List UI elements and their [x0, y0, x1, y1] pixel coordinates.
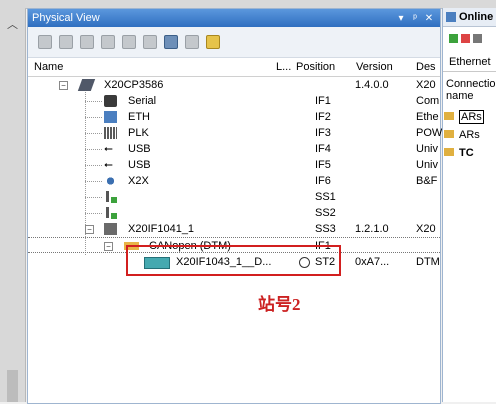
- panel-titlebar: Physical View ▾ ᵖ ✕: [28, 9, 440, 27]
- tree-row[interactable]: ETH IF2 Ethe: [28, 109, 440, 125]
- tree-row[interactable]: − X20IF1041_1 SS3 1.2.1.0 X20: [28, 221, 440, 237]
- connection-label: Connection name: [446, 78, 496, 102]
- tree-row[interactable]: ⭠ USB IF4 Univ: [28, 141, 440, 157]
- connection-icon: [444, 112, 454, 120]
- highlight-box: [126, 245, 341, 276]
- online-toolbar: [443, 27, 496, 49]
- column-header: Name L... Position Version Des: [28, 58, 440, 77]
- connection-item[interactable]: ARs: [443, 126, 496, 144]
- x2x-icon: [104, 175, 117, 187]
- annotation-note: 站号2: [258, 295, 301, 314]
- find-icon[interactable]: [162, 33, 180, 51]
- refresh-icon[interactable]: [473, 33, 482, 43]
- col-l[interactable]: L...: [276, 61, 291, 73]
- tree-row[interactable]: Serial IF1 Com: [28, 93, 440, 109]
- settings-icon[interactable]: [183, 33, 201, 51]
- online-title: Online: [443, 8, 496, 27]
- collapse-icon[interactable]: −: [104, 242, 113, 251]
- online-panel: Online Ethernet Connection name ARs ARs …: [442, 8, 496, 402]
- tree-row[interactable]: SS2: [28, 205, 440, 221]
- col-version[interactable]: Version: [356, 61, 393, 73]
- monitor-icon: [446, 12, 456, 22]
- usb-icon: ⭠: [104, 159, 113, 171]
- configure-icon[interactable]: [120, 33, 138, 51]
- pin-icon[interactable]: ᵖ: [408, 13, 422, 24]
- paste-icon[interactable]: [78, 33, 96, 51]
- close-icon[interactable]: ✕: [422, 13, 436, 24]
- powerlink-icon: [104, 127, 117, 139]
- module-icon[interactable]: [141, 33, 159, 51]
- cut-icon[interactable]: [36, 33, 54, 51]
- connection-icon: [444, 148, 454, 156]
- tree: − X20CP3586 1.4.0.0 X20 Serial IF1 Com E…: [28, 77, 442, 270]
- tree-row[interactable]: ⭠ USB IF5 Univ: [28, 157, 440, 173]
- usb-icon: ⭠: [104, 143, 113, 155]
- scrollbar-thumb[interactable]: [7, 370, 18, 402]
- tree-row[interactable]: X2X IF6 B&F: [28, 173, 440, 189]
- connect-icon[interactable]: [449, 33, 458, 43]
- slot-icon: [106, 191, 109, 202]
- ethernet-icon: [104, 111, 117, 123]
- collapse-icon[interactable]: −: [59, 81, 68, 90]
- add-icon: [111, 213, 117, 219]
- tab-ethernet[interactable]: Ethernet: [443, 53, 496, 72]
- interface-module-icon: [104, 223, 117, 235]
- left-gutter: ︿: [0, 0, 26, 402]
- col-description[interactable]: Des: [416, 61, 436, 73]
- physical-view-panel: Physical View ▾ ᵖ ✕ Name L... Position V…: [27, 8, 442, 404]
- chevron-up-icon[interactable]: ︿: [7, 16, 18, 32]
- connection-item[interactable]: ARs: [443, 108, 496, 126]
- slot-icon: [106, 207, 109, 218]
- disconnect-icon[interactable]: [461, 33, 470, 43]
- connection-item[interactable]: TC: [443, 144, 496, 162]
- tree-row[interactable]: − X20CP3586 1.4.0.0 X20: [28, 77, 440, 93]
- edit-icon[interactable]: [204, 33, 222, 51]
- serial-icon: [104, 95, 117, 107]
- properties-icon[interactable]: [99, 33, 117, 51]
- col-name[interactable]: Name: [34, 61, 63, 73]
- copy-icon[interactable]: [57, 33, 75, 51]
- dropdown-icon[interactable]: ▾: [394, 13, 408, 24]
- add-icon: [111, 197, 117, 203]
- tree-row[interactable]: PLK IF3 POW: [28, 125, 442, 141]
- connection-icon: [444, 130, 454, 138]
- cpu-icon: [77, 79, 96, 91]
- toolbar: [28, 27, 440, 58]
- collapse-icon[interactable]: −: [85, 225, 94, 234]
- tree-row[interactable]: SS1: [28, 189, 440, 205]
- col-position[interactable]: Position: [296, 61, 335, 73]
- panel-title: Physical View: [32, 12, 100, 24]
